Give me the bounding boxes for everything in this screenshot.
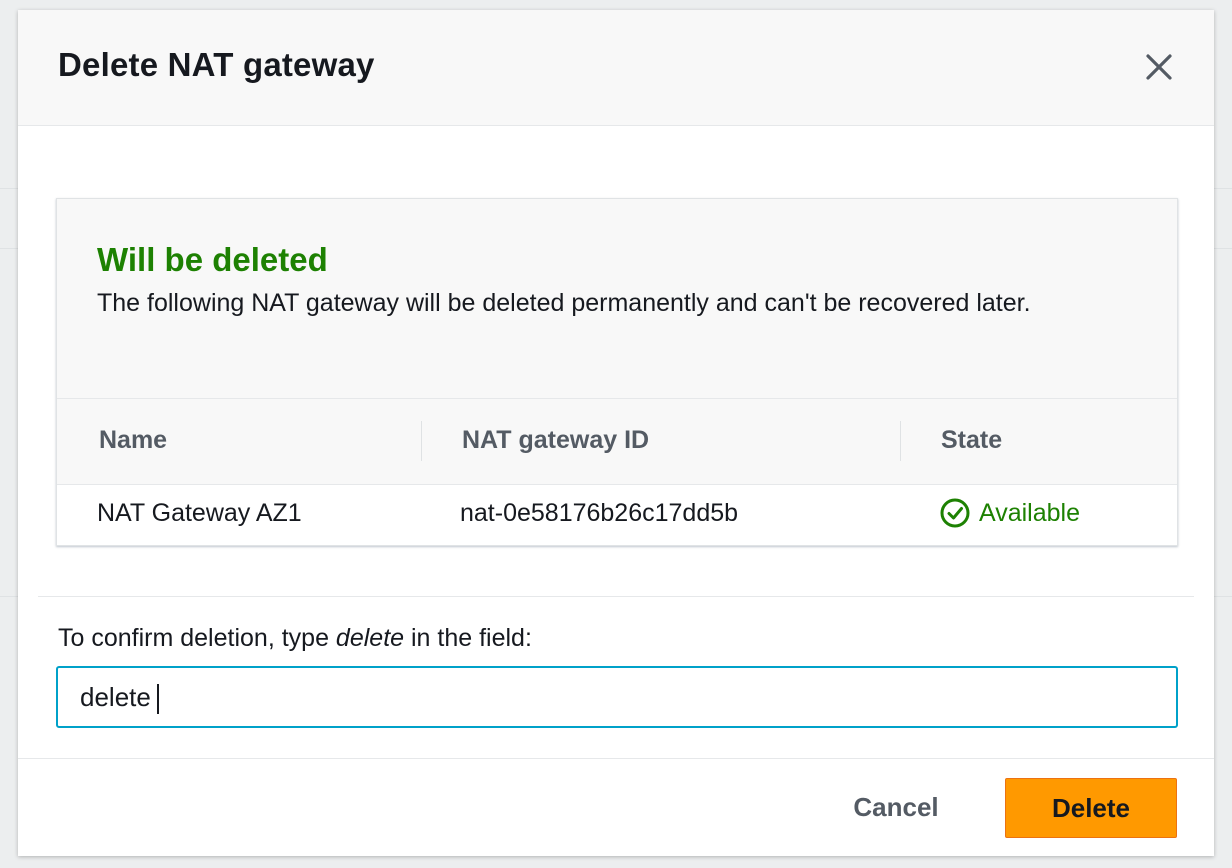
section-divider [38,596,1194,597]
column-header-nat-gateway-id: NAT gateway ID [462,426,650,454]
table-row: NAT Gateway AZ1 nat-0e58176b26c17dd5b Av… [57,485,1177,545]
cell-name: NAT Gateway AZ1 [97,499,302,527]
column-separator [900,421,901,461]
confirm-delete-input[interactable] [56,666,1178,728]
delete-button[interactable]: Delete [1005,778,1177,838]
deletion-summary-card: Will be deleted The following NAT gatewa… [56,198,1178,546]
will-be-deleted-heading: Will be deleted [97,241,328,278]
confirm-keyword: delete [335,624,405,652]
cancel-button[interactable]: Cancel [836,777,956,837]
column-header-name: Name [99,426,168,454]
delete-nat-gateway-modal: Delete NAT gateway Will be deleted The f… [18,10,1214,856]
card-header: Will be deleted The following NAT gatewa… [57,199,1177,399]
table-header: Name NAT gateway ID State [57,399,1177,485]
confirm-label-suffix: in the field: [404,624,532,652]
modal-footer: Cancel Delete [18,758,1214,856]
modal-header: Delete NAT gateway [18,10,1214,126]
confirm-instruction: To confirm deletion, type delete in the … [58,624,532,653]
column-header-state: State [941,426,1003,454]
status-text: Available [979,498,1081,527]
close-button[interactable] [1142,50,1176,84]
column-separator [421,421,422,461]
modal-title: Delete NAT gateway [58,46,375,83]
text-caret [157,684,159,714]
confirm-label-prefix: To confirm deletion, type [58,624,336,652]
status-badge: Available [939,497,1080,529]
deletion-description: The following NAT gateway will be delete… [97,289,1031,317]
check-circle-icon [940,498,970,528]
cell-nat-gateway-id: nat-0e58176b26c17dd5b [460,499,739,527]
close-icon [1146,54,1172,80]
